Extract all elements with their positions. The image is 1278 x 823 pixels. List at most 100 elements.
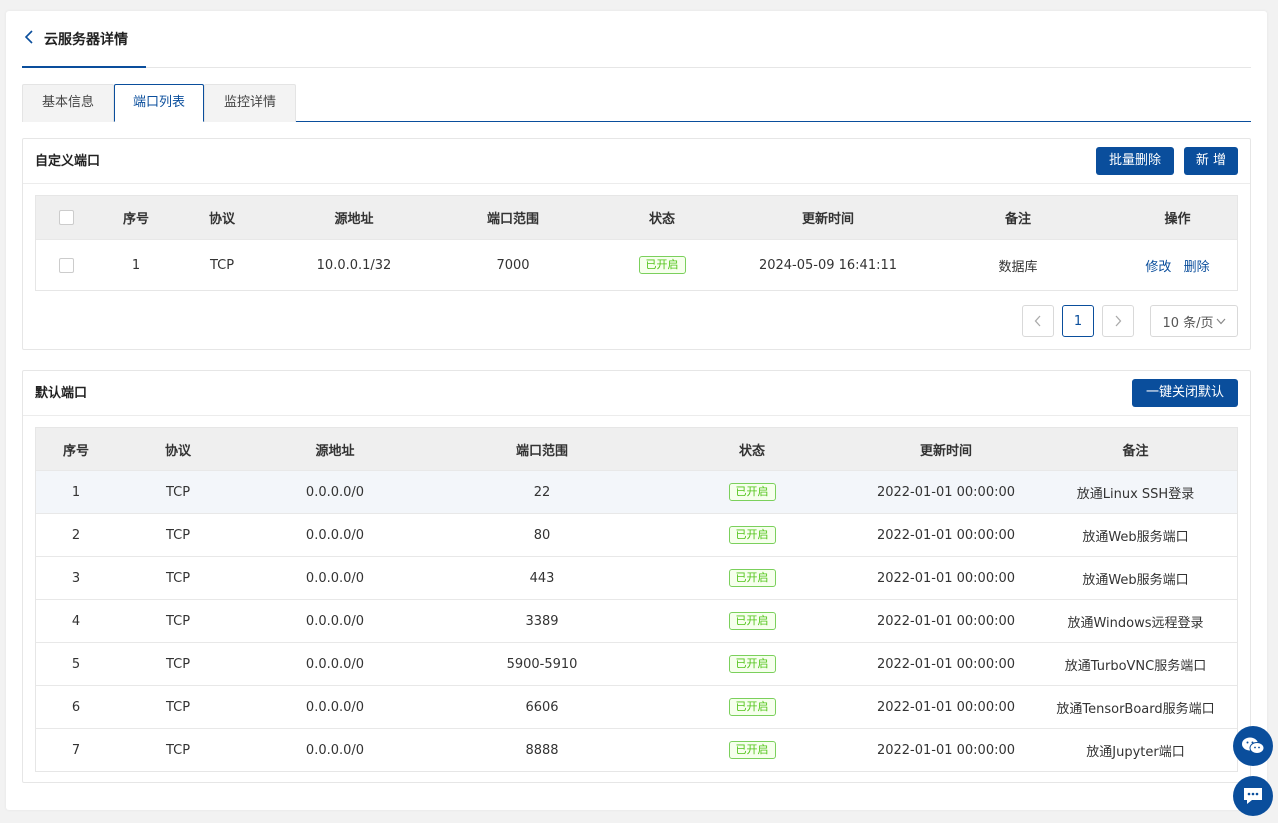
table-row: 5 TCP 0.0.0.0/0 5900-5910 已开启 2022-01-01 00:0…	[36, 642, 1237, 685]
cell-status: 已开启	[654, 612, 850, 630]
cell-port: 7000	[496, 257, 530, 273]
col-header: 序号	[122, 212, 149, 227]
chat-button[interactable]	[1233, 776, 1273, 816]
default-ports-header: 默认端口 一键关闭默认	[23, 371, 1250, 416]
pagination: 1 10 条/页	[1022, 305, 1238, 337]
cell-source: 0.0.0.0/0	[305, 484, 365, 500]
select-all-cell	[36, 210, 96, 225]
cell-source: 0.0.0.0/0	[305, 742, 365, 758]
main-card: 云服务器详情 基本信息 端口列表 监控详情 自定义端口 批量删除 新 增 序号 …	[6, 11, 1267, 810]
cell-status: 已开启	[654, 569, 850, 587]
cell-source: 0.0.0.0/0	[305, 656, 365, 672]
default-ports-panel: 默认端口 一键关闭默认 序号 协议 源地址 端口范围 状态 更新时间 备注 1 T…	[22, 370, 1251, 783]
cell-remark: 放通Windows远程登录	[1067, 615, 1204, 631]
cell-port: 443	[529, 570, 555, 586]
status-badge: 已开启	[728, 612, 776, 630]
cell-updated: 2024-05-09 16:41:11	[758, 257, 898, 273]
wechat-icon	[1242, 737, 1265, 754]
cell-no: 1	[131, 257, 141, 273]
cell-no: 4	[71, 613, 81, 629]
cell-protocol: TCP	[165, 570, 191, 586]
row-select-cell	[36, 257, 96, 273]
tab-port-list[interactable]: 端口列表	[114, 84, 204, 122]
status-badge: 已开启	[728, 526, 776, 544]
delete-link[interactable]: 删除	[1184, 260, 1210, 275]
col-header: 协议	[208, 212, 235, 227]
status-badge: 已开启	[728, 569, 776, 587]
page-header-title-group: 云服务器详情	[22, 11, 146, 68]
page-size-label: 10 条/页	[1162, 315, 1214, 331]
col-header: 端口范围	[515, 443, 568, 459]
cell-status: 已开启	[654, 483, 850, 501]
cell-port: 6606	[525, 699, 559, 715]
cell-port: 3389	[525, 613, 559, 629]
tab-monitoring[interactable]: 监控详情	[204, 84, 296, 122]
chevron-down-icon	[1216, 318, 1225, 324]
cell-updated: 2022-01-01 00:00:00	[876, 742, 1016, 758]
batch-delete-button[interactable]: 批量删除	[1096, 147, 1174, 175]
cell-protocol: TCP	[165, 484, 191, 500]
cell-remark: 放通Linux SSH登录	[1076, 486, 1195, 502]
cell-port: 8888	[525, 742, 559, 758]
status-badge: 已开启	[728, 655, 776, 673]
page-size-select[interactable]: 10 条/页	[1150, 305, 1238, 337]
cell-no: 3	[71, 570, 81, 586]
cell-no: 6	[71, 699, 81, 715]
default-ports-rows: 1 TCP 0.0.0.0/0 22 已开启 2022-01-01 00:00:00 放通L…	[36, 470, 1237, 771]
wechat-button[interactable]	[1233, 726, 1273, 766]
next-page-button[interactable]	[1102, 305, 1134, 337]
cell-source: 0.0.0.0/0	[305, 570, 365, 586]
cell-remark: 放通Web服务端口	[1082, 572, 1189, 588]
col-header: 更新时间	[919, 443, 972, 459]
cell-protocol: TCP	[165, 742, 191, 758]
row-checkbox[interactable]	[58, 257, 74, 273]
col-header: 源地址	[315, 443, 355, 459]
cell-updated: 2022-01-01 00:00:00	[876, 570, 1016, 586]
chat-icon	[1244, 788, 1262, 804]
status-badge: 已开启	[728, 483, 776, 501]
add-port-button[interactable]: 新 增	[1184, 147, 1238, 175]
cell-port: 22	[533, 484, 551, 500]
cell-source: 10.0.0.1/32	[316, 257, 392, 273]
default-ports-table: 序号 协议 源地址 端口范围 状态 更新时间 备注 1 TCP 0.0.0.0/0 2…	[35, 427, 1238, 772]
cell-status: 已开启	[654, 526, 850, 544]
page-button-current[interactable]: 1	[1062, 305, 1094, 337]
cell-remark: 放通TensorBoard服务端口	[1056, 701, 1215, 717]
table-row: 1 TCP 10.0.0.1/32 7000 已开启 2024-05-09 16…	[36, 239, 1237, 290]
cell-updated: 2022-01-01 00:00:00	[876, 527, 1016, 543]
cell-port: 80	[533, 527, 551, 543]
prev-page-button[interactable]	[1022, 305, 1054, 337]
cell-source: 0.0.0.0/0	[305, 613, 365, 629]
cell-port: 5900-5910	[506, 656, 578, 672]
back-button[interactable]	[22, 29, 44, 48]
cell-source: 0.0.0.0/0	[305, 699, 365, 715]
table-row: 6 TCP 0.0.0.0/0 6606 已开启 2022-01-01 00:00:00 放…	[36, 685, 1237, 728]
select-all-checkbox[interactable]	[58, 210, 74, 225]
status-badge: 已开启	[638, 256, 686, 274]
table-row: 3 TCP 0.0.0.0/0 443 已开启 2022-01-01 00:00:00 放通…	[36, 556, 1237, 599]
edit-link[interactable]: 修改	[1145, 260, 1171, 275]
table-row: 2 TCP 0.0.0.0/0 80 已开启 2022-01-01 00:00:00 放通W…	[36, 513, 1237, 556]
page-header: 云服务器详情	[22, 11, 1251, 68]
cell-protocol: TCP	[165, 656, 191, 672]
cell-remark: 放通TurboVNC服务端口	[1064, 658, 1207, 674]
close-all-default-button[interactable]: 一键关闭默认	[1132, 379, 1238, 407]
cell-status: 已开启	[654, 741, 850, 759]
chevron-left-icon	[24, 30, 33, 44]
cell-actions: 修改 删除	[1118, 256, 1237, 275]
chevron-right-icon	[1115, 315, 1122, 327]
chevron-left-icon	[1034, 315, 1041, 327]
custom-ports-header: 自定义端口 批量删除 新 增	[23, 139, 1250, 184]
cell-remark: 放通Jupyter端口	[1086, 744, 1185, 760]
col-header: 状态	[738, 443, 765, 459]
tab-basic-info[interactable]: 基本信息	[22, 84, 114, 122]
col-header: 备注	[1122, 443, 1149, 459]
cell-no: 1	[71, 484, 81, 500]
col-header: 协议	[164, 443, 191, 459]
cell-updated: 2022-01-01 00:00:00	[876, 699, 1016, 715]
custom-ports-title: 自定义端口	[35, 154, 101, 169]
cell-remark: 数据库	[998, 259, 1038, 275]
cell-protocol: TCP	[165, 527, 191, 543]
cell-updated: 2022-01-01 00:00:00	[876, 656, 1016, 672]
cell-updated: 2022-01-01 00:00:00	[876, 484, 1016, 500]
